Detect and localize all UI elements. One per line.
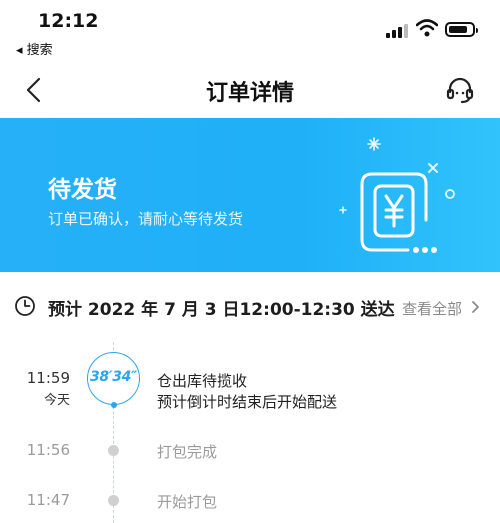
- timeline-dot: [108, 445, 119, 456]
- timeline-status: 仓出库待揽收: [157, 372, 248, 390]
- logistics-timeline: 11:59 今天 38′34″ 仓出库待揽收 预计倒计时结束后开始配送 11:5…: [0, 342, 500, 523]
- delivery-estimate-row[interactable]: 预计 2022 年 7 月 3 日12:00-12:30 送达 查看全部: [0, 272, 500, 342]
- countdown-timer: 38′34″: [87, 352, 140, 408]
- battery-icon: [445, 22, 478, 37]
- chevron-right-icon[interactable]: [469, 299, 481, 315]
- order-status-title: 待发货: [48, 177, 117, 203]
- timeline-time: 11:47: [26, 491, 70, 509]
- timeline-time: 11:56: [26, 441, 70, 459]
- timeline-time: 11:59: [26, 369, 70, 387]
- status-time: 12:12: [38, 10, 99, 32]
- page-title: 订单详情: [205, 81, 294, 106]
- cellular-signal-icon: [386, 22, 408, 38]
- timeline-dot: [108, 495, 119, 506]
- view-all-link[interactable]: 查看全部: [402, 298, 462, 319]
- headset-icon[interactable]: [444, 74, 476, 106]
- timeline-status-detail: 预计倒计时结束后开始配送: [157, 393, 338, 411]
- timeline-status: 开始打包: [157, 493, 218, 511]
- timeline-day: 今天: [43, 393, 70, 408]
- timeline-status: 打包完成: [157, 443, 218, 461]
- status-bar: 12:12 ◂ 搜索: [0, 0, 500, 62]
- nav-bar: 订单详情: [0, 62, 500, 118]
- wallet-yen-icon: [339, 137, 455, 253]
- wifi-icon: [416, 19, 438, 37]
- timeline-dot-active: [111, 402, 117, 408]
- delivery-card: 预计 2022 年 7 月 3 日12:00-12:30 送达 查看全部 11:…: [0, 272, 500, 523]
- countdown-text: 38′34″: [89, 369, 138, 385]
- order-status-subtitle: 订单已确认，请耐心等待发货: [48, 210, 244, 228]
- clock-icon: [15, 296, 35, 316]
- delivery-estimate-text: 预计 2022 年 7 月 3 日12:00-12:30 送达: [48, 300, 395, 320]
- back-to-app-link[interactable]: ◂ 搜索: [16, 39, 53, 58]
- order-status-banner: 待发货 订单已确认，请耐心等待发货: [0, 118, 500, 272]
